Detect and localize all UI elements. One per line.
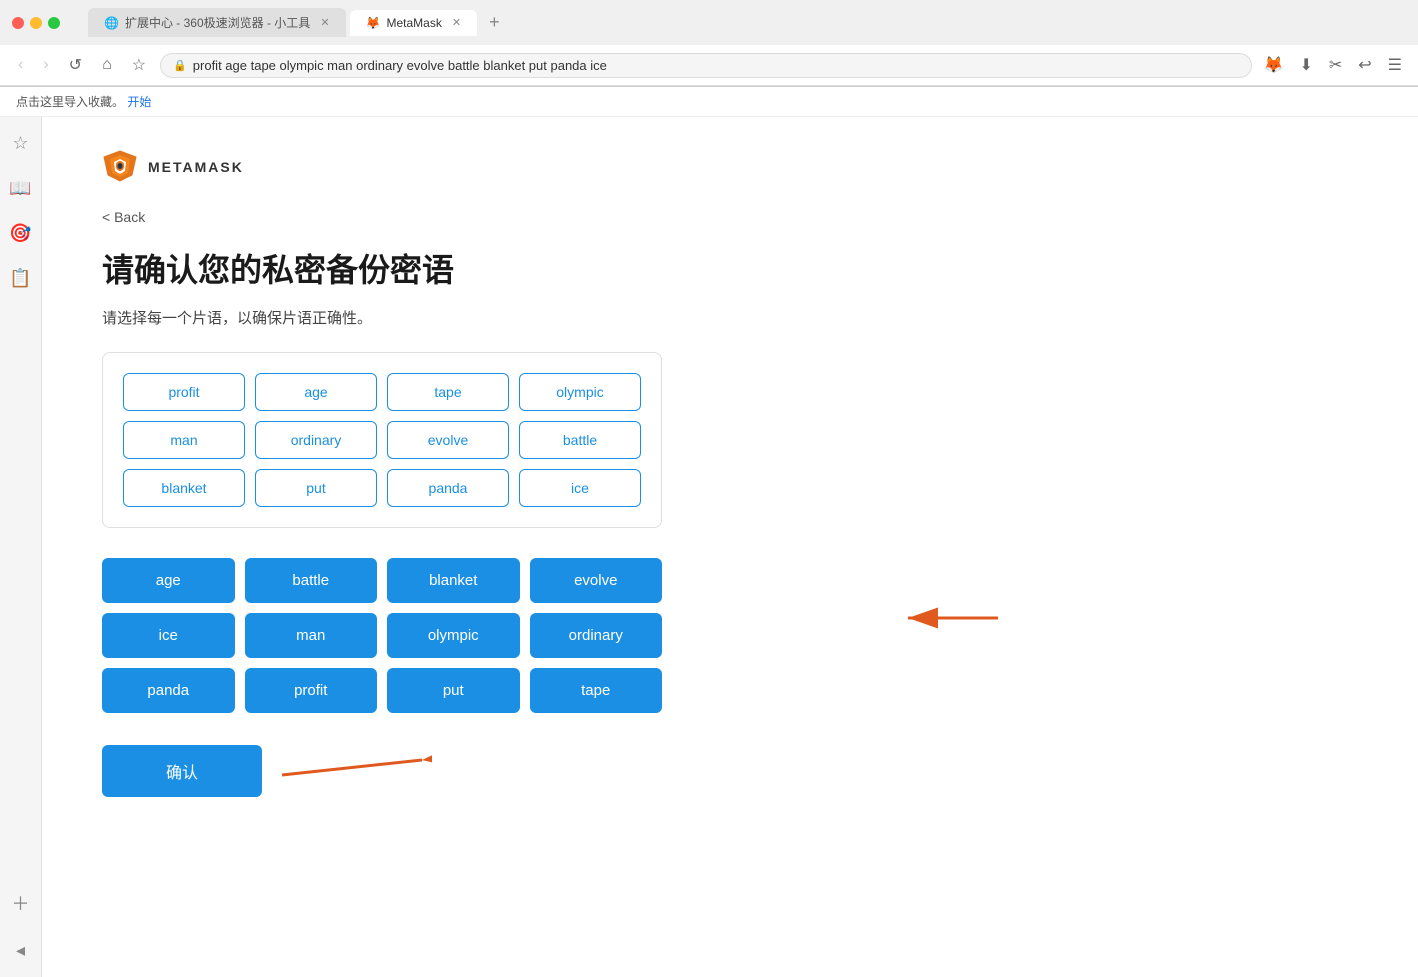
address-text: profit age tape olympic man ordinary evo… xyxy=(193,58,607,73)
browser-chrome: 🌐 扩展中心 - 360极速浏览器 - 小工具 ✕ 🦊 MetaMask ✕ +… xyxy=(0,0,1418,87)
word-grid-container: profit agetape olympic man ordinary evolve bat… xyxy=(102,352,662,528)
browser-body: ☆ 📖 🎯 📋 ＋ ◂ METAMASK < Back 请确认您的私密备份密语 xyxy=(0,117,1418,977)
new-tab-button[interactable]: + xyxy=(481,12,508,33)
info-bar: 点击这里导入收藏。 开始 xyxy=(0,87,1418,117)
arrow-right-annotation xyxy=(898,588,1018,653)
sidebar-star-icon[interactable]: ☆ xyxy=(8,129,32,158)
word-chip-tape[interactable]: tape xyxy=(387,373,509,411)
word-chip-olympic[interactable]: olympic xyxy=(519,373,641,411)
tab-metamask[interactable]: 🦊 MetaMask ✕ xyxy=(350,10,478,36)
metamask-logo xyxy=(102,149,138,185)
home-button[interactable]: ⌂ xyxy=(96,54,118,76)
toolbar-actions: 🦊 ⬇ ✂ ↩ ☰ xyxy=(1260,51,1406,79)
tab-extensions[interactable]: 🌐 扩展中心 - 360极速浏览器 - 小工具 ✕ xyxy=(88,8,346,37)
selection-btn-man[interactable]: man xyxy=(245,613,378,658)
word-chip-battle[interactable]: battle xyxy=(519,421,641,459)
browser-toolbar: ‹ › ↺ ⌂ ☆ 🔒 profit age tape olympic man … xyxy=(0,45,1418,86)
selection-btn-put[interactable]: put xyxy=(387,668,520,713)
word-chip-profit[interactable]: profit xyxy=(123,373,245,411)
word-chip-age[interactable]: age xyxy=(255,373,377,411)
selection-section: agebattleblanketevolve icemanolympicordin… xyxy=(102,558,1358,745)
sidebar-bottom: ＋ ◂ xyxy=(8,886,34,965)
history-icon[interactable]: ↩ xyxy=(1354,51,1375,79)
page-title: 请确认您的私密备份密语 xyxy=(102,245,1358,291)
close-button[interactable] xyxy=(12,17,24,29)
sidebar: ☆ 📖 🎯 📋 ＋ ◂ xyxy=(0,117,42,977)
word-chip-ordinary[interactable]: ordinary xyxy=(255,421,377,459)
selection-btn-battle[interactable]: battle xyxy=(245,558,378,603)
title-bar: 🌐 扩展中心 - 360极速浏览器 - 小工具 ✕ 🦊 MetaMask ✕ + xyxy=(0,0,1418,45)
word-grid: profit agetape olympic man ordinary evolve bat… xyxy=(123,373,641,507)
minimize-button[interactable] xyxy=(30,17,42,29)
download-icon[interactable]: ⬇ xyxy=(1295,51,1316,79)
word-chip-panda[interactable]: panda xyxy=(387,469,509,507)
back-nav-button[interactable]: ‹ xyxy=(12,54,29,76)
tab-close-2[interactable]: ✕ xyxy=(452,16,461,29)
sidebar-clipboard-icon[interactable]: 📋 xyxy=(5,264,35,293)
maximize-button[interactable] xyxy=(48,17,60,29)
selection-btn-profit[interactable]: profit xyxy=(245,668,378,713)
word-chip-evolve[interactable]: evolve xyxy=(387,421,509,459)
info-link[interactable]: 开始 xyxy=(127,95,151,109)
word-chip-ice[interactable]: ice xyxy=(519,469,641,507)
selection-btn-tape[interactable]: tape xyxy=(530,668,663,713)
tab-favicon-2: 🦊 xyxy=(366,16,381,30)
confirm-section: 确认 xyxy=(102,745,262,797)
info-text: 点击这里导入收藏。 xyxy=(16,95,124,109)
selection-btn-olympic[interactable]: olympic xyxy=(387,613,520,658)
main-content: METAMASK < Back 请确认您的私密备份密语 请选择每一个片语，以确保… xyxy=(42,117,1418,977)
selection-grid: agebattleblanketevolve icemanolympicordin… xyxy=(102,558,662,713)
sidebar-add-icon[interactable]: ＋ xyxy=(8,886,34,920)
star-button[interactable]: ☆ xyxy=(126,53,152,77)
selection-btn-blanket[interactable]: blanket xyxy=(387,558,520,603)
metamask-toolbar-icon[interactable]: 🦊 xyxy=(1260,51,1288,79)
lock-icon: 🔒 xyxy=(173,59,187,72)
tab-favicon-1: 🌐 xyxy=(104,16,119,30)
metamask-brand-name: METAMASK xyxy=(148,159,244,175)
scissors-icon[interactable]: ✂ xyxy=(1325,51,1346,79)
tab-close-1[interactable]: ✕ xyxy=(320,16,329,29)
word-chip-put[interactable]: put xyxy=(255,469,377,507)
selection-btn-ice[interactable]: ice xyxy=(102,613,235,658)
page-subtitle: 请选择每一个片语，以确保片语正确性。 xyxy=(102,307,1358,328)
menu-icon[interactable]: ☰ xyxy=(1384,51,1406,79)
sidebar-collapse-icon[interactable]: ◂ xyxy=(12,936,29,965)
selection-btn-ordinary[interactable]: ordinary xyxy=(530,613,663,658)
tab-title-1: 扩展中心 - 360极速浏览器 - 小工具 xyxy=(125,14,310,31)
tab-title-2: MetaMask xyxy=(386,16,441,30)
selection-btn-age[interactable]: age xyxy=(102,558,235,603)
tab-bar: 🌐 扩展中心 - 360极速浏览器 - 小工具 ✕ 🦊 MetaMask ✕ + xyxy=(76,8,520,37)
word-chip-blanket[interactable]: blanket xyxy=(123,469,245,507)
metamask-header: METAMASK xyxy=(102,149,1358,185)
confirm-button[interactable]: 确认 xyxy=(102,745,262,797)
selection-btn-panda[interactable]: panda xyxy=(102,668,235,713)
sidebar-book-icon[interactable]: 📖 xyxy=(5,174,35,203)
word-chip-man[interactable]: man xyxy=(123,421,245,459)
window-controls xyxy=(12,17,60,29)
selection-btn-evolve[interactable]: evolve xyxy=(530,558,663,603)
sidebar-target-icon[interactable]: 🎯 xyxy=(5,219,35,248)
back-link[interactable]: < Back xyxy=(102,209,145,225)
refresh-button[interactable]: ↺ xyxy=(63,53,88,77)
arrow-left-annotation xyxy=(272,750,432,805)
forward-nav-button[interactable]: › xyxy=(37,54,54,76)
address-bar[interactable]: 🔒 profit age tape olympic man ordinary e… xyxy=(160,53,1251,78)
